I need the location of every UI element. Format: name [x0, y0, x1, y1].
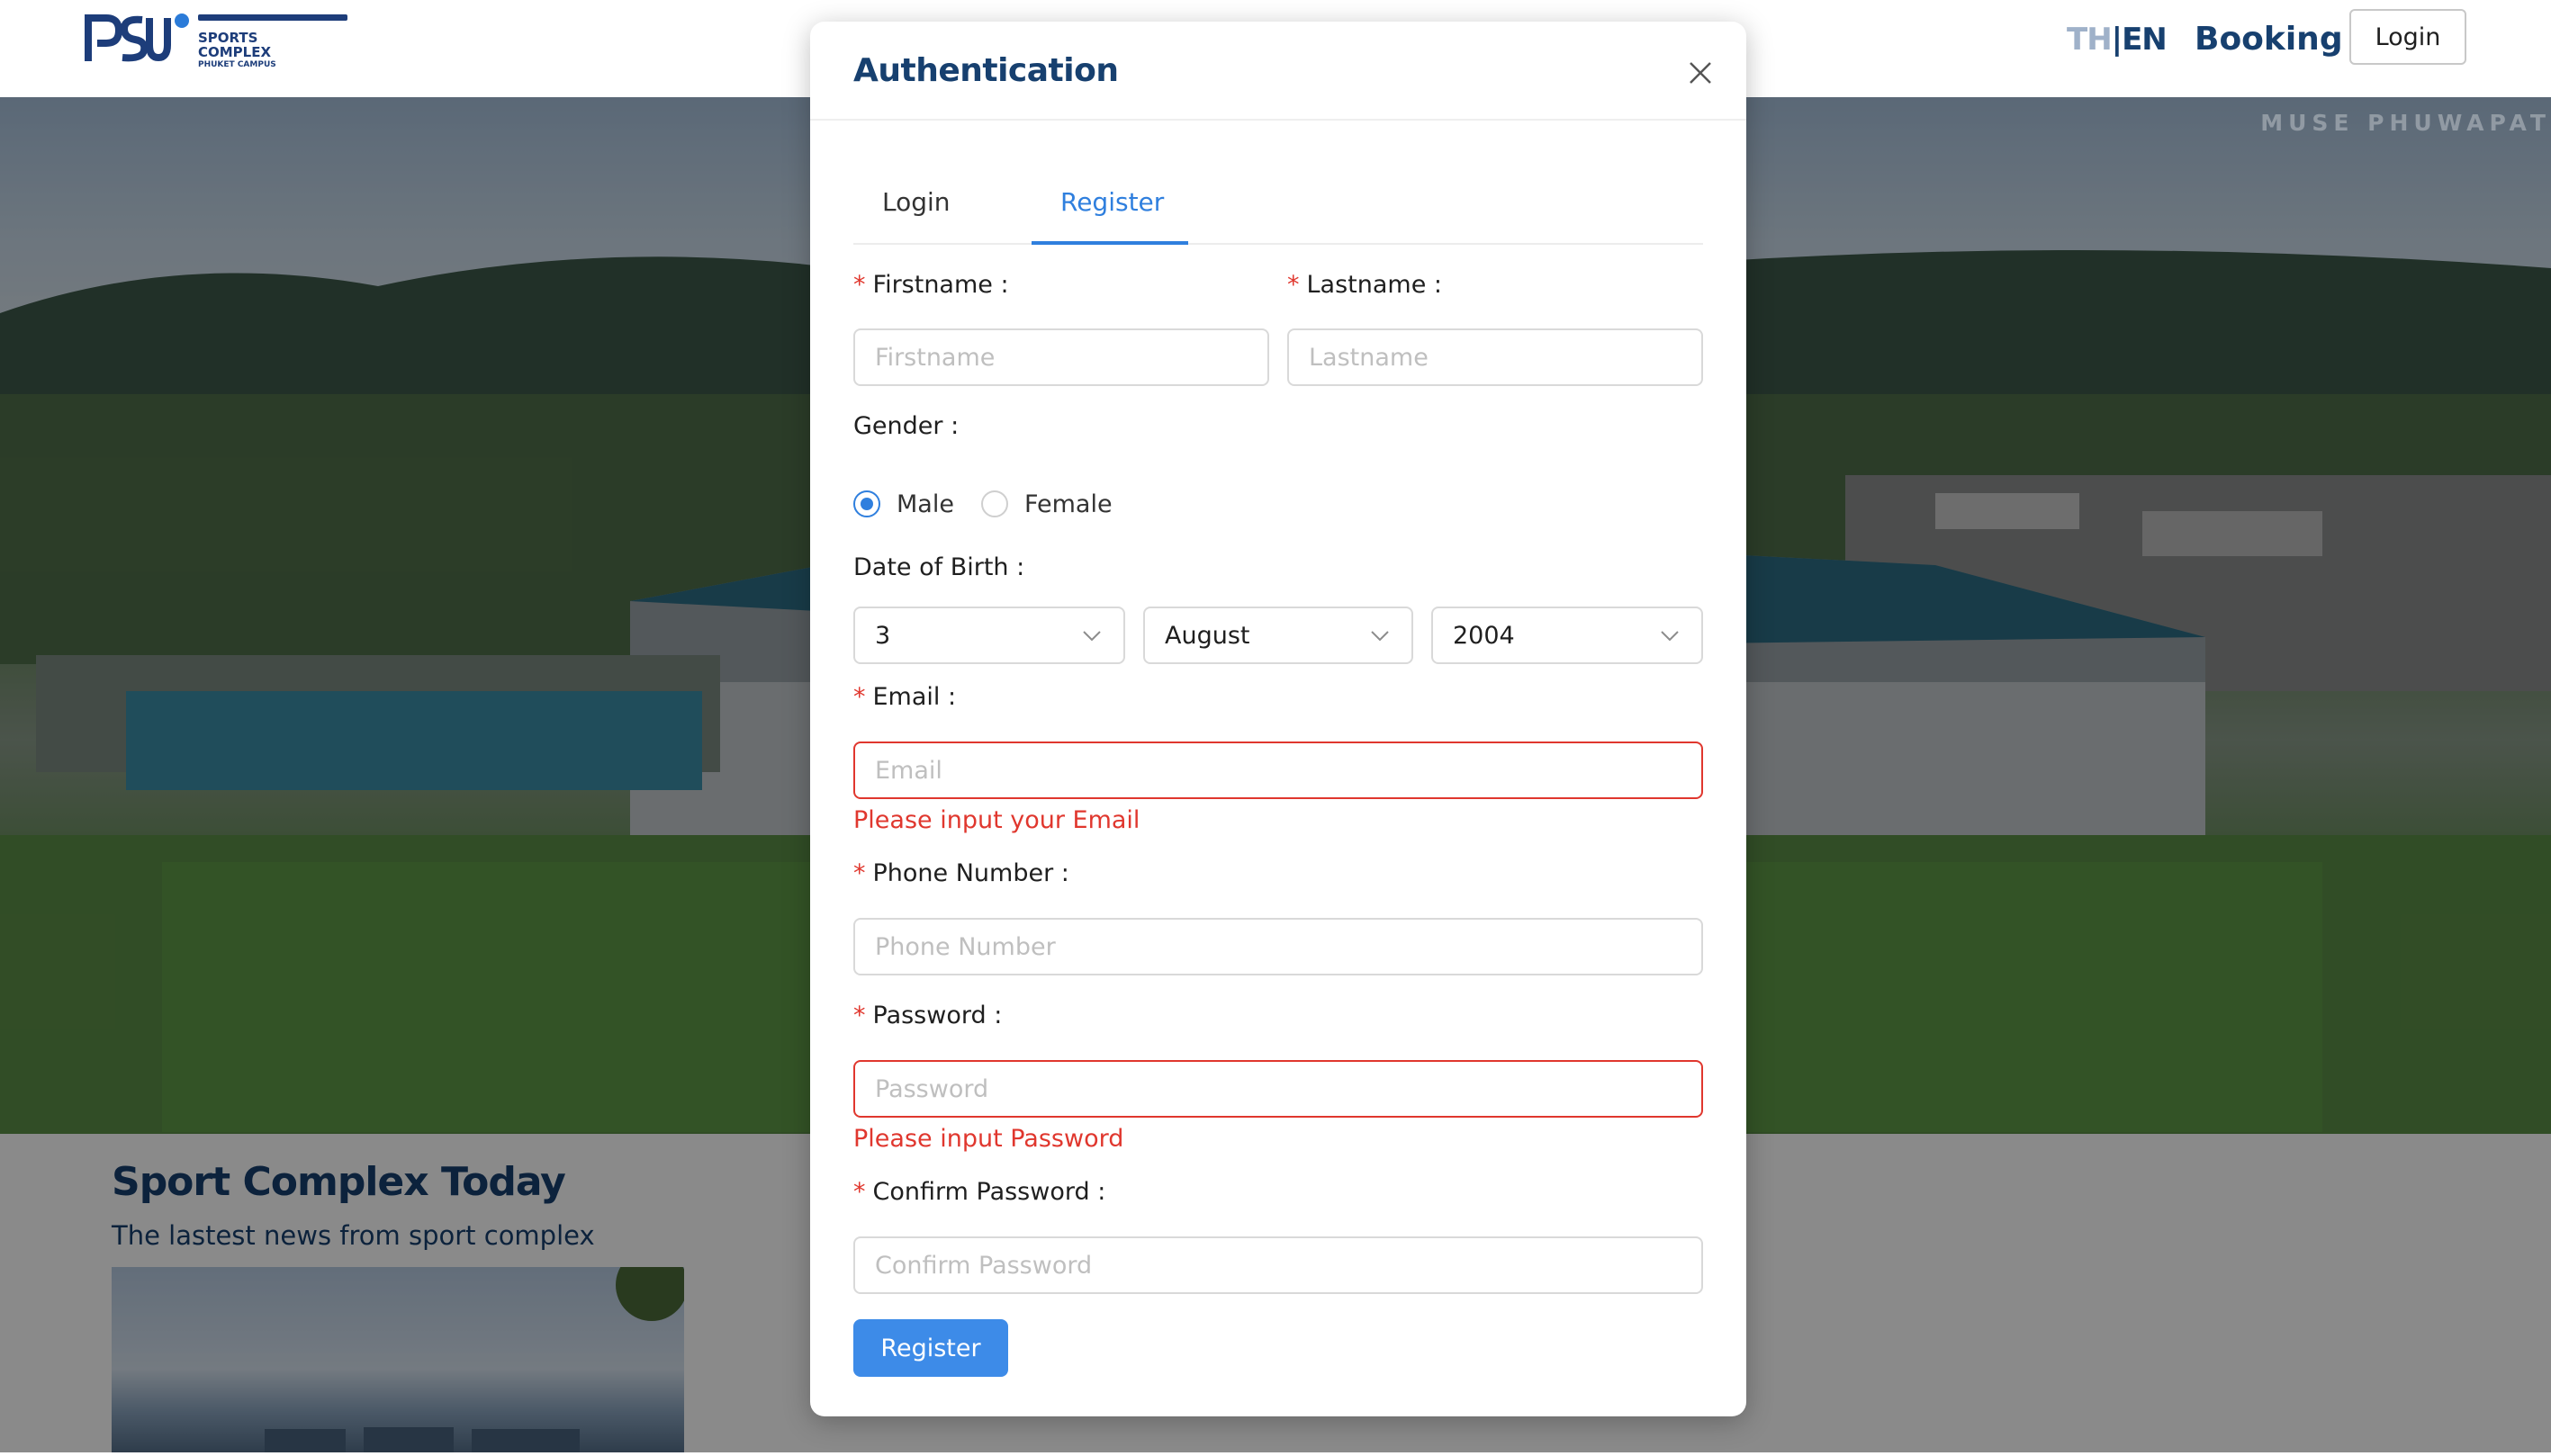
- modal-divider: [810, 119, 1746, 121]
- lastname-label: * Lastname :: [1287, 271, 1443, 299]
- nav-booking-link[interactable]: Booking: [2195, 21, 2343, 58]
- radio-button-checked[interactable]: [853, 490, 880, 517]
- password-error: Please input Password: [853, 1125, 1124, 1153]
- auth-tabs: Login Register: [853, 166, 1703, 245]
- dob-year-value: 2004: [1453, 621, 1515, 650]
- email-error: Please input your Email: [853, 806, 1140, 834]
- dob-label: Date of Birth :: [853, 553, 1025, 581]
- tab-register[interactable]: Register: [1060, 187, 1164, 217]
- required-mark: *: [853, 271, 866, 299]
- required-mark: *: [853, 683, 866, 711]
- tabs-underline: [853, 243, 1703, 245]
- gender-male-radio[interactable]: Male: [853, 490, 954, 518]
- chevron-down-icon: [1083, 631, 1101, 642]
- confirm-password-label: * Confirm Password :: [853, 1178, 1106, 1206]
- firstname-label: * Firstname :: [853, 271, 1009, 299]
- confirm-password-input[interactable]: [853, 1236, 1703, 1294]
- lang-en-link[interactable]: EN: [2122, 22, 2168, 58]
- password-input[interactable]: [853, 1060, 1703, 1118]
- nav-login-button[interactable]: Login: [2349, 9, 2466, 65]
- required-mark: *: [853, 1002, 866, 1029]
- email-label: * Email :: [853, 683, 957, 711]
- password-label: * Password :: [853, 1002, 1003, 1029]
- logo-text-sports: SPORTS: [198, 30, 258, 46]
- gender-female-radio[interactable]: Female: [980, 490, 1113, 518]
- lastname-input[interactable]: [1287, 328, 1703, 386]
- logo-bar: [198, 14, 347, 21]
- gender-label: Gender :: [853, 412, 960, 440]
- hero-watermark: MUSE PHUWAPAT: [2260, 110, 2551, 136]
- required-mark: *: [1287, 271, 1300, 299]
- dob-day-value: 3: [875, 621, 891, 650]
- logo-dot: [175, 13, 189, 28]
- lang-separator: |: [2111, 22, 2123, 58]
- dob-year-select[interactable]: 2004: [1431, 607, 1703, 664]
- close-button[interactable]: [1680, 52, 1721, 94]
- gender-radio-group: Male Female: [853, 486, 1140, 522]
- phone-label: * Phone Number :: [853, 859, 1069, 887]
- logo-text-campus: PHUKET CAMPUS: [198, 60, 276, 69]
- gender-female-label: Female: [1023, 490, 1113, 518]
- authentication-modal: Authentication Login Register * Firstname…: [810, 22, 1746, 1416]
- chevron-down-icon: [1661, 631, 1679, 642]
- dob-month-value: August: [1165, 621, 1250, 650]
- radio-button-unchecked[interactable]: [980, 490, 1008, 517]
- required-mark: *: [853, 859, 866, 887]
- site-logo[interactable]: SPORTS COMPLEX PHUKET CAMPUS: [83, 9, 347, 72]
- register-button[interactable]: Register: [853, 1319, 1008, 1377]
- language-switcher: TH|EN: [2067, 22, 2168, 58]
- gender-male-label: Male: [897, 490, 954, 518]
- phone-input[interactable]: [853, 918, 1703, 975]
- chevron-down-icon: [1371, 631, 1389, 642]
- logo-text-complex: COMPLEX: [198, 44, 272, 60]
- email-input[interactable]: [853, 741, 1703, 799]
- lang-th-link[interactable]: TH: [2067, 22, 2113, 58]
- dob-month-select[interactable]: August: [1143, 607, 1413, 664]
- required-mark: *: [853, 1178, 866, 1206]
- modal-title: Authentication: [853, 52, 1119, 89]
- psu-logo-mark: [85, 14, 171, 62]
- firstname-input[interactable]: [853, 328, 1269, 386]
- tab-login[interactable]: Login: [882, 187, 951, 217]
- dob-day-select[interactable]: 3: [853, 607, 1125, 664]
- close-icon: [1690, 62, 1711, 84]
- active-tab-indicator: [1032, 241, 1188, 245]
